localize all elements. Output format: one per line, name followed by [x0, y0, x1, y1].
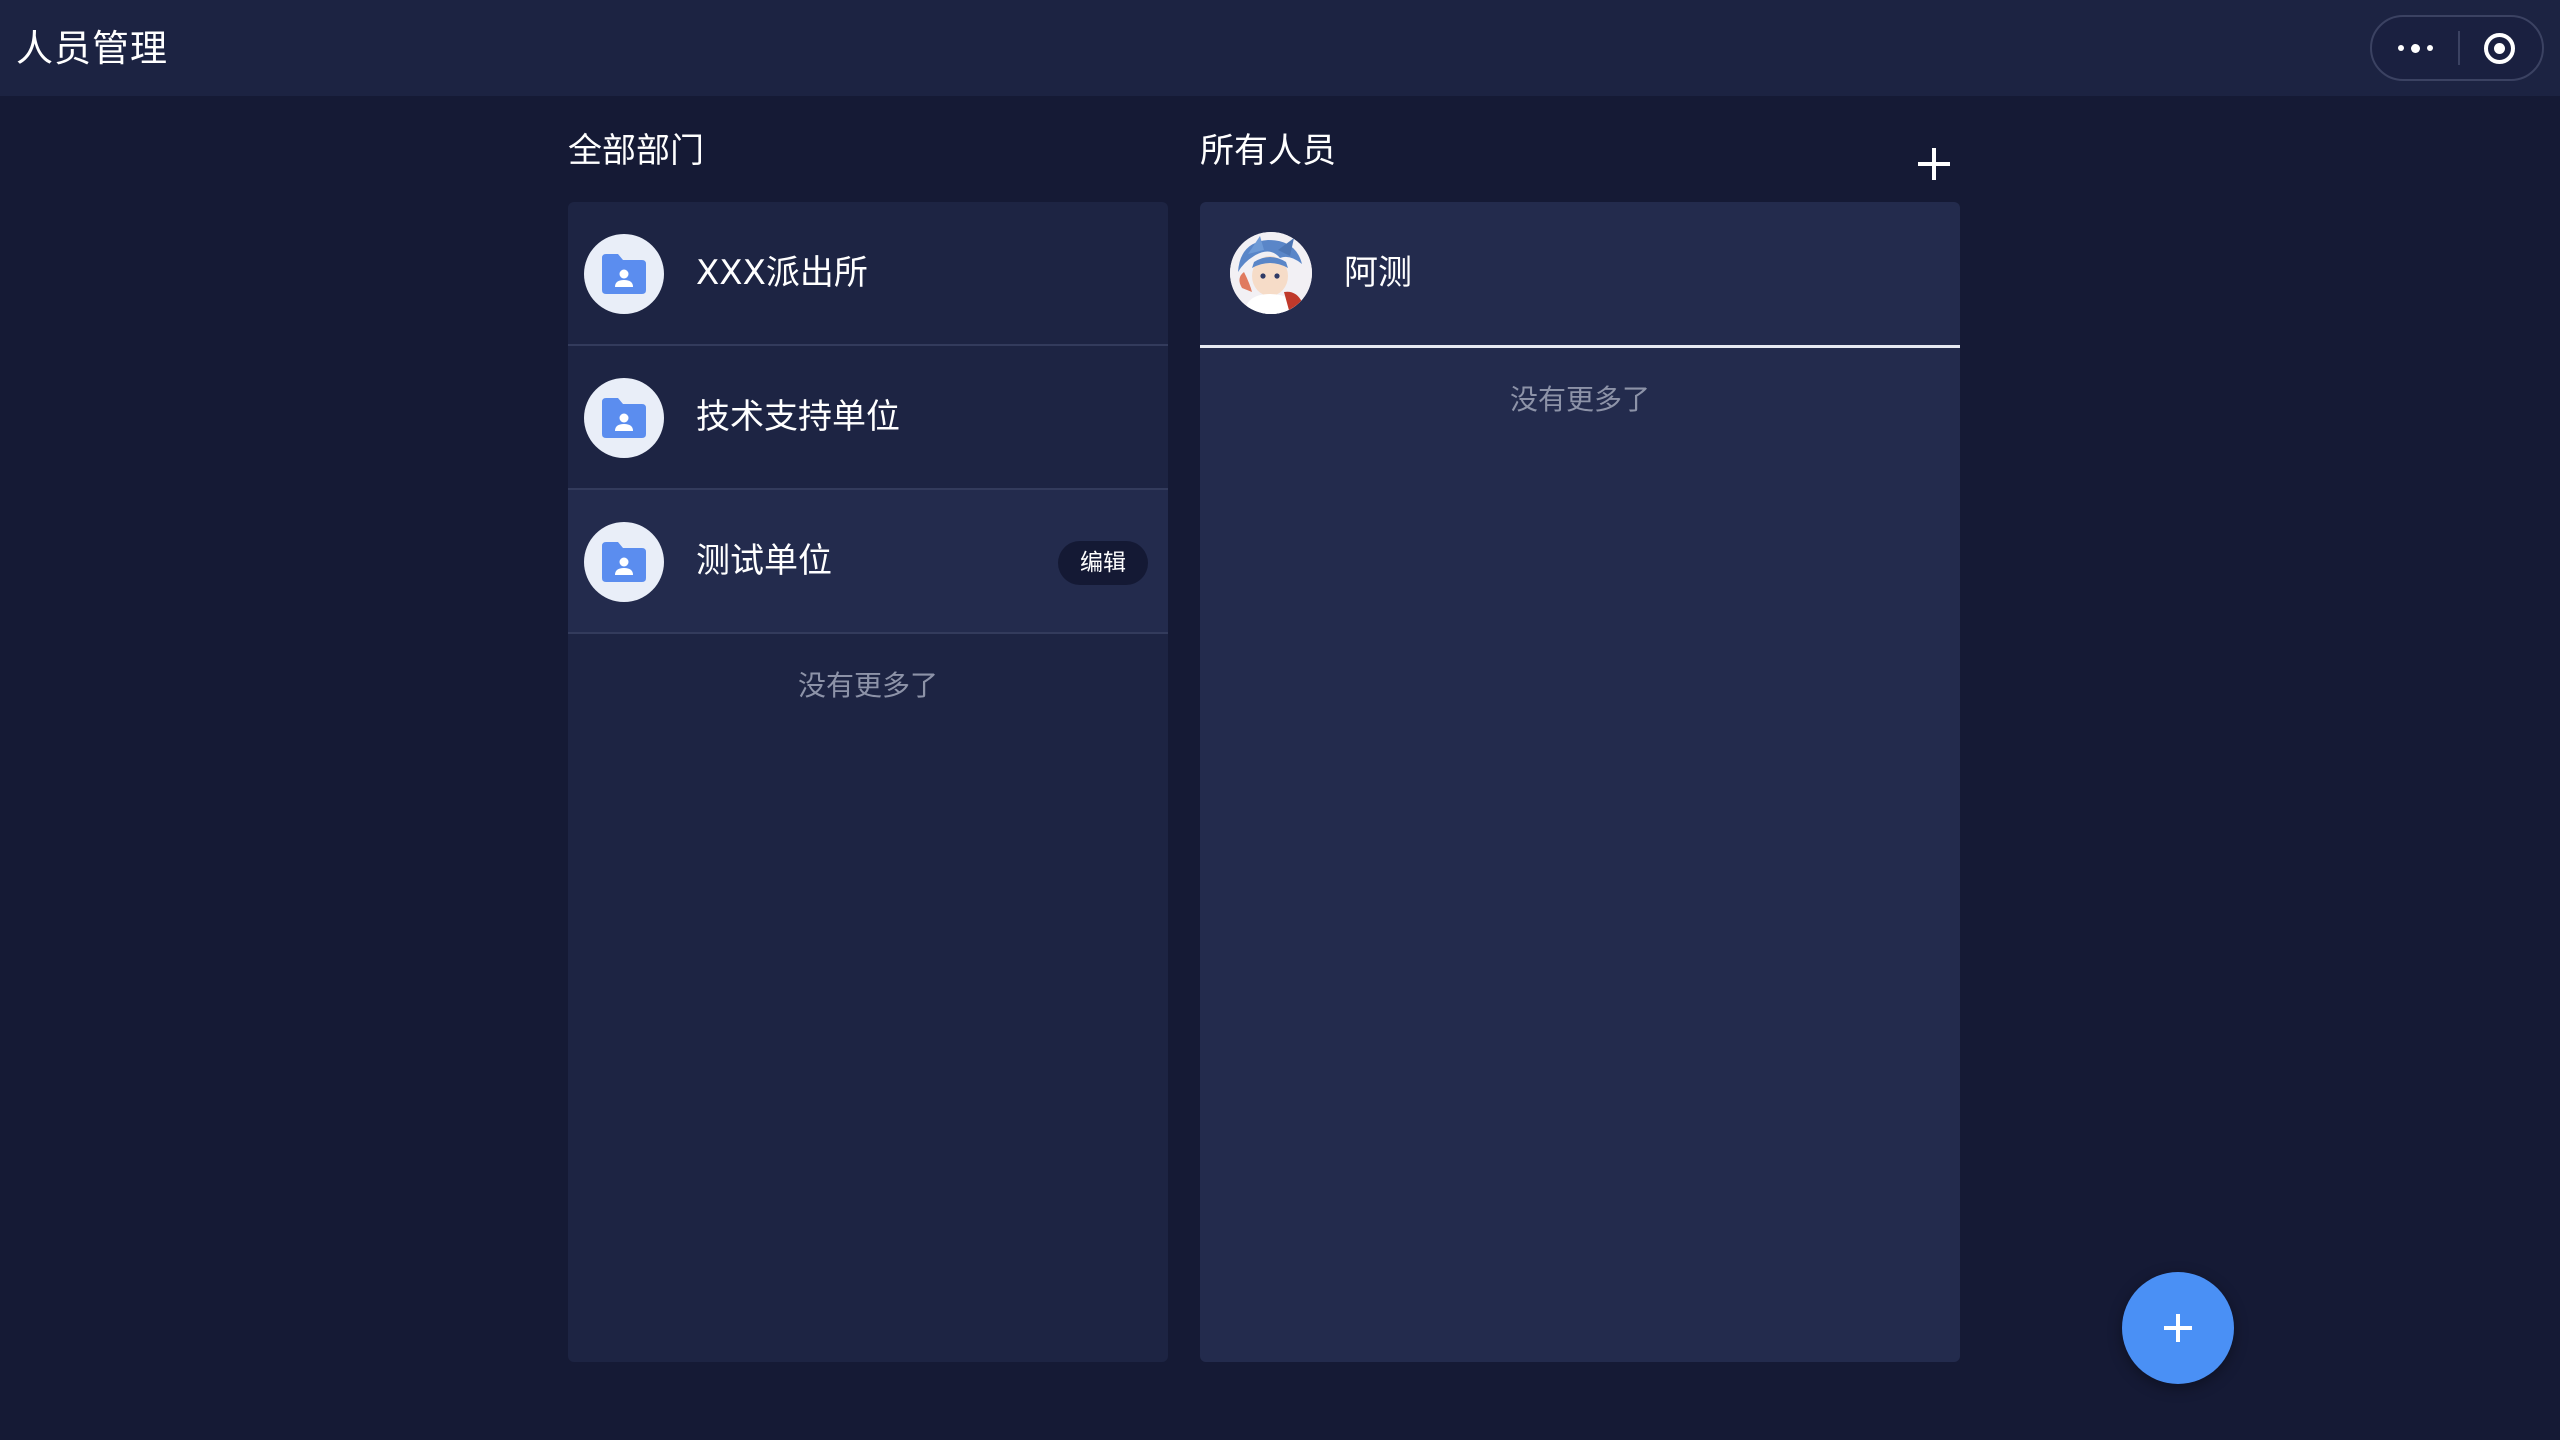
- person-name: 阿测: [1344, 253, 1412, 293]
- department-label: 技术支持单位: [696, 397, 900, 437]
- departments-end-text: 没有更多了: [797, 669, 938, 702]
- department-item[interactable]: XXX派出所: [568, 202, 1168, 346]
- nav-header: 人员管理: [0, 0, 2560, 96]
- folder-user-icon: [584, 234, 664, 314]
- department-item-selected[interactable]: 测试单位 编辑: [568, 490, 1168, 634]
- people-panel: 阿测 没有更多了: [1200, 202, 1960, 1362]
- folder-user-icon: [584, 378, 664, 458]
- people-title: 所有人员: [1200, 131, 1336, 171]
- folder-user-icon: [584, 522, 664, 602]
- edit-department-button[interactable]: 编辑: [1058, 541, 1148, 585]
- record-target-icon[interactable]: [2484, 33, 2515, 64]
- avatar: [1230, 232, 1312, 314]
- department-item[interactable]: 技术支持单位: [568, 346, 1168, 490]
- add-person-plus-icon[interactable]: [1918, 148, 1950, 180]
- capsule-divider: [2458, 31, 2460, 65]
- add-fab-button[interactable]: [2122, 1272, 2234, 1384]
- person-item[interactable]: 阿测: [1200, 202, 1960, 348]
- department-label: XXX派出所: [696, 253, 868, 293]
- mini-program-capsule: [2370, 15, 2544, 81]
- departments-panel: XXX派出所 技术支持单位 测试单位 编辑 没有更多了: [568, 202, 1168, 1362]
- department-label: 测试单位: [696, 541, 832, 581]
- more-dots-icon[interactable]: [2372, 17, 2458, 79]
- departments-title: 全部部门: [568, 131, 704, 171]
- page-title: 人员管理: [16, 27, 168, 70]
- people-end-text: 没有更多了: [1509, 383, 1650, 416]
